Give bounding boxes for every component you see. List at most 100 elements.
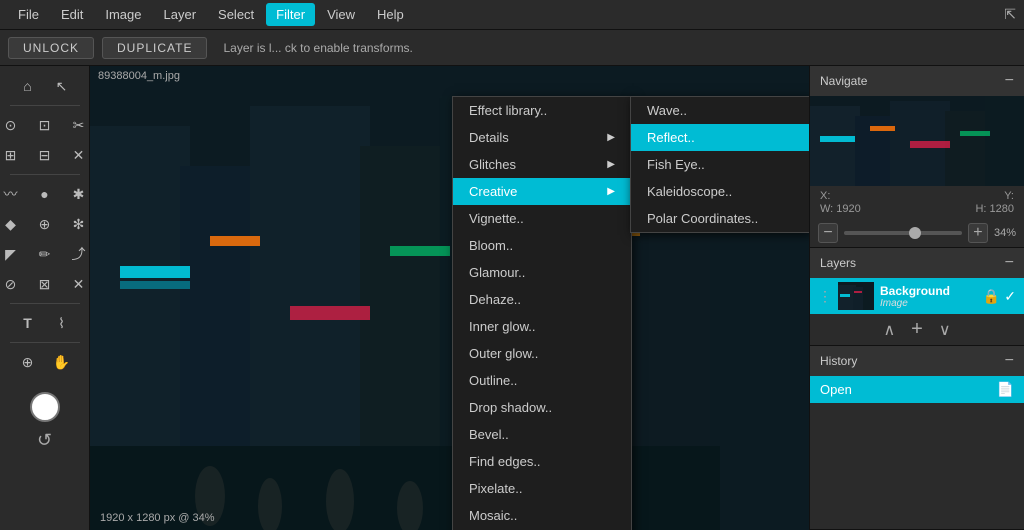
tool-divider-2 [10,174,80,175]
zoom-slider-thumb[interactable] [909,227,921,239]
healing-tool[interactable]: ◤ [0,240,27,268]
zoom-minus-button[interactable]: − [818,223,838,243]
canvas-filename: 89388004_m.jpg [98,70,180,82]
zoom-plus-button[interactable]: + [968,223,988,243]
creative-wave[interactable]: Wave.. [631,97,809,124]
layer-type: Image [880,298,977,309]
menu-select[interactable]: Select [208,3,264,26]
w-label-val: W: 1920 [820,203,861,215]
menu-edit[interactable]: Edit [51,3,93,26]
creative-kaleidoscope[interactable]: Kaleidoscope.. [631,178,809,205]
layers-add-button[interactable]: + [911,318,923,341]
layer-thumbnail [838,282,874,310]
fill-tool[interactable]: ◆ [0,210,27,238]
filter-effect-library[interactable]: Effect library.. [453,97,631,124]
rect-tool[interactable]: ⊠ [29,270,61,298]
expand-icon[interactable]: ⇱ [1004,6,1016,23]
tool-divider-1 [10,105,80,106]
filter-drop-shadow[interactable]: Drop shadow.. [453,394,631,421]
layers-down-button[interactable]: ∨ [939,320,951,340]
pen-tool[interactable]: ✏ [29,240,61,268]
filter-details[interactable]: Details ▶ [453,124,631,151]
menu-image[interactable]: Image [95,3,151,26]
pointer-tool[interactable]: ↖ [46,72,78,100]
layers-up-button[interactable]: ∧ [883,320,895,340]
brush-tool[interactable]: 〰 [0,180,27,208]
filter-outer-glow[interactable]: Outer glow.. [453,340,631,367]
tool-divider-3 [10,303,80,304]
history-item-open[interactable]: Open 📄 [810,376,1024,403]
filter-creative[interactable]: Creative ▶ [453,178,631,205]
navigate-collapse[interactable]: − [1005,72,1014,90]
history-item-label: Open [820,382,852,397]
history-header: History − [810,346,1024,376]
filter-glamour[interactable]: Glamour.. [453,259,631,286]
filter-glitches[interactable]: Glitches ▶ [453,151,631,178]
home-tool[interactable]: ⌂ [12,72,44,100]
main-area: ⌂ ↖ ⊙ ⊡ ✂ ⊞ ⊟ ✕ 〰 ● ✱ ◆ ⊕ ✻ ◤ ✏ ⤴ [0,66,1024,530]
creative-submenu: Wave.. Reflect.. Fish Eye.. Kaleidoscope… [630,96,809,233]
foreground-color[interactable] [30,392,60,422]
layer-info: Background Image [880,284,977,309]
tool-divider-4 [10,342,80,343]
layers-header: Layers − [810,248,1024,278]
zoom-controls: − + 34% [810,219,1024,247]
filter-mosaic[interactable]: Mosaic.. [453,502,631,529]
filter-vignette[interactable]: Vignette.. [453,205,631,232]
layers-section: Layers − ⋮ Backgroun [810,248,1024,346]
duplicate-button[interactable]: DUPLICATE [102,37,207,59]
layer-visibility-icon[interactable]: ✓ [1004,288,1016,305]
menubar: File Edit Image Layer Select Filter View… [0,0,1024,30]
lasso-tool[interactable]: ⊙ [0,111,27,139]
layer-options-icon[interactable]: ⋮ [818,288,832,305]
filter-pixelate[interactable]: Pixelate.. [453,475,631,502]
zoom-slider[interactable] [844,231,962,235]
text-tool[interactable]: T [12,309,44,337]
canvas-status: 1920 x 1280 px @ 34% [100,512,215,524]
creative-reflect[interactable]: Reflect.. [631,124,809,151]
unlock-button[interactable]: UNLOCK [8,37,94,59]
toolbar: UNLOCK DUPLICATE Layer is l... ck to ena… [0,30,1024,66]
layer-item-background[interactable]: ⋮ Background Image [810,278,1024,314]
filter-dehaze[interactable]: Dehaze.. [453,286,631,313]
layers-title: Layers [820,256,856,270]
filter-inner-glow[interactable]: Inner glow.. [453,313,631,340]
glitches-arrow: ▶ [607,159,615,170]
menu-filter[interactable]: Filter [266,3,315,26]
rect-select-tool[interactable]: ⊡ [29,111,61,139]
filter-bloom[interactable]: Bloom.. [453,232,631,259]
layers-toolbar: ∧ + ∨ [810,314,1024,345]
dodge-tool[interactable]: ⊘ [0,270,27,298]
navigate-thumbnail[interactable] [810,96,1024,186]
filter-outline[interactable]: Outline.. [453,367,631,394]
history-item-icon: 📄 [997,381,1014,398]
smudge-tool[interactable]: ⌇ [46,309,78,337]
menu-layer[interactable]: Layer [154,3,207,26]
zoom-value: 34% [994,227,1016,239]
menu-help[interactable]: Help [367,3,414,26]
crop-tool[interactable]: ⊟ [29,141,61,169]
creative-fish-eye[interactable]: Fish Eye.. [631,151,809,178]
stamp-tool[interactable]: ● [29,180,61,208]
swap-colors-icon[interactable]: ↺ [37,430,52,451]
canvas-area[interactable]: 89388004_m.jpg [90,66,809,530]
history-collapse[interactable]: − [1005,352,1014,370]
layer-lock-icon[interactable]: 🔒 [983,288,1000,305]
menu-view[interactable]: View [317,3,365,26]
navigate-header: Navigate − [810,66,1024,96]
layers-collapse[interactable]: − [1005,254,1014,272]
y-label: Y: [1004,190,1014,202]
filter-bevel[interactable]: Bevel.. [453,421,631,448]
layer-name: Background [880,284,977,298]
toolbar-info: Layer is l... ck to enable transforms. [223,41,412,55]
filter-find-edges[interactable]: Find edges.. [453,448,631,475]
hand-tool[interactable]: ✋ [46,348,78,376]
filter-menu: Effect library.. Details ▶ Glitches ▶ Cr… [452,96,632,530]
details-arrow: ▶ [607,132,615,143]
target-tool[interactable]: ⊕ [29,210,61,238]
move-tool[interactable]: ⊞ [0,141,27,169]
creative-polar-coordinates[interactable]: Polar Coordinates.. [631,205,809,232]
menu-file[interactable]: File [8,3,49,26]
x-label: X: [820,190,830,202]
zoom-tool[interactable]: ⊕ [12,348,44,376]
